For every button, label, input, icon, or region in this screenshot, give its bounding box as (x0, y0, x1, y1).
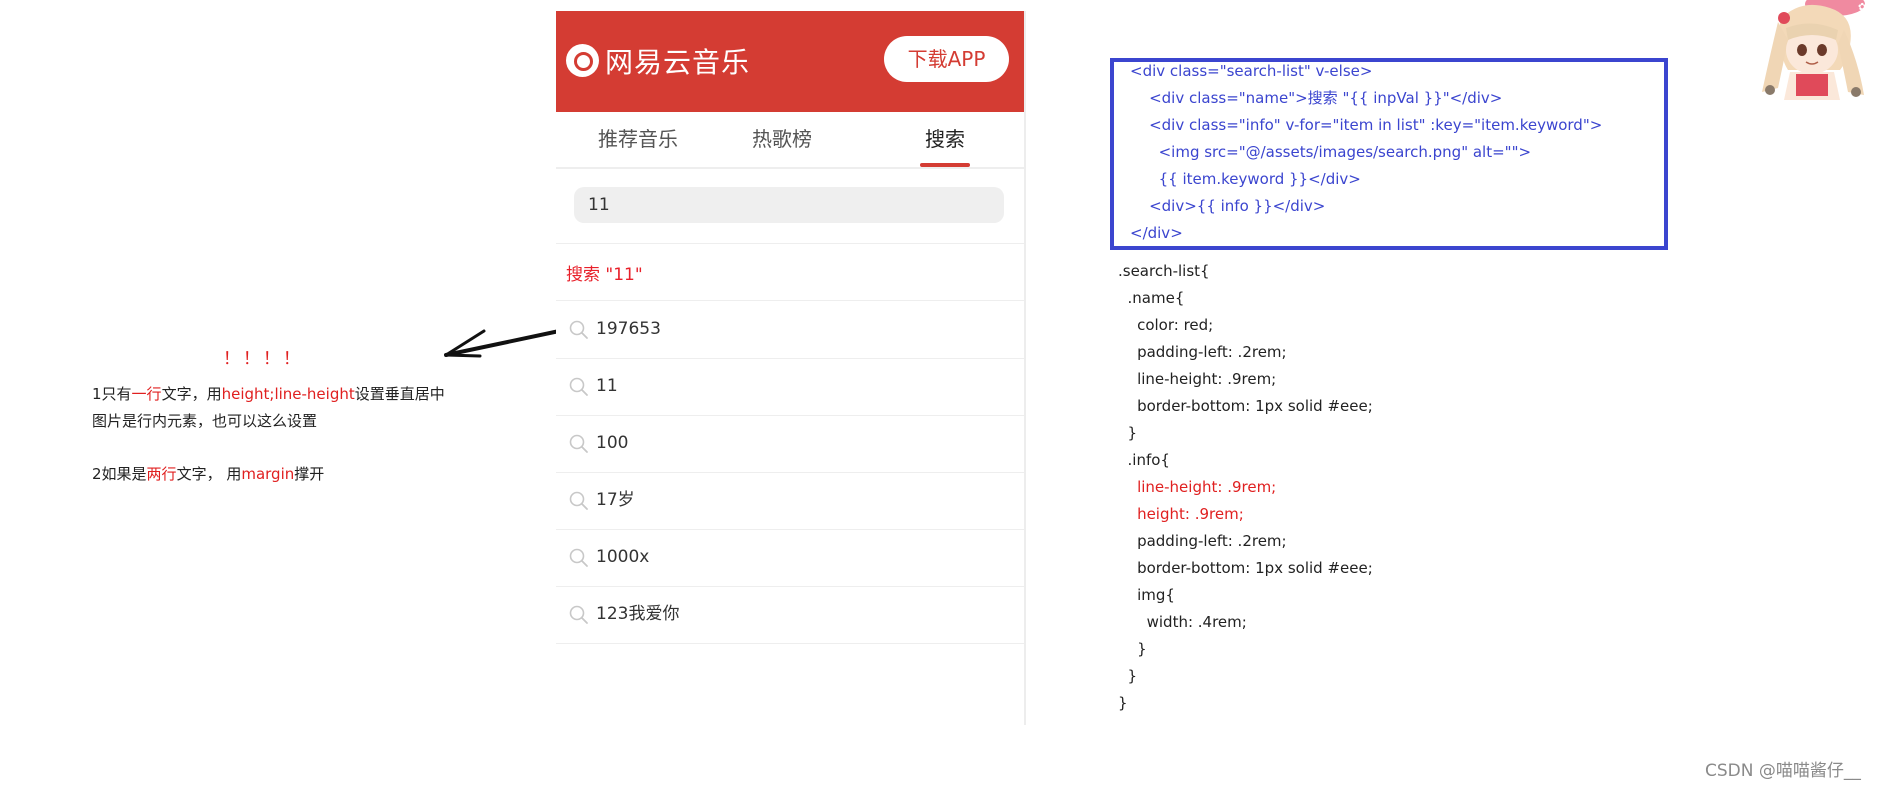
search-result-row[interactable]: 123我爱你 (556, 586, 1024, 643)
note-line-1: 1只有一行文字，用height;line-height设置垂直居中 (92, 384, 445, 404)
search-name-label: 搜索 "11" (566, 265, 643, 285)
template-code: <div class="search-list" v-else> <div cl… (1130, 58, 1602, 247)
search-icon (569, 377, 588, 396)
template-code-line: <div class="name">搜索 "{{ inpVal }}"</div… (1130, 89, 1503, 107)
search-icon (569, 605, 588, 624)
template-code-line: </div> (1130, 224, 1183, 242)
search-result-row[interactable]: 17岁 (556, 472, 1024, 529)
nav-tabs: 推荐音乐 热歌榜 搜索 (556, 112, 1024, 169)
note-text: 1只有 (92, 385, 132, 403)
app-logo-text: 网易云音乐 (605, 46, 751, 79)
style-code-line: padding-left: .2rem; (1118, 343, 1287, 361)
search-icon (569, 320, 588, 339)
style-code-line: padding-left: .2rem; (1118, 532, 1287, 550)
result-keyword: 100 (596, 433, 629, 453)
style-code-line: height: .9rem; (1118, 505, 1244, 523)
note-text: 文字， 用 (176, 465, 242, 483)
style-code-line: .info{ (1118, 451, 1170, 469)
template-code-line: <img src="@/assets/images/search.png" al… (1130, 143, 1532, 161)
search-result-row[interactable]: 197653 (556, 301, 1024, 358)
music-app-preview: 网易云音乐 下载APP 推荐音乐 热歌榜 搜索 11 搜索 "11" 19765… (556, 11, 1024, 725)
template-code-line: <div>{{ info }}</div> (1130, 197, 1326, 215)
result-keyword: 1000x (596, 547, 650, 567)
pointer-arrow (444, 328, 566, 358)
note-text: 2如果是 (92, 465, 147, 483)
result-keyword: 123我爱你 (596, 604, 680, 624)
phone-edge (1024, 11, 1026, 725)
note-line-2: 图片是行内元素，也可以这么设置 (92, 412, 318, 430)
result-keyword: 17岁 (596, 490, 635, 510)
style-code-line: img{ (1118, 586, 1175, 604)
search-result-row[interactable]: 1000x (556, 529, 1024, 586)
exclamation-marks: ！！！！ (223, 349, 303, 369)
style-code-line: .search-list{ (1118, 262, 1210, 280)
note-text: 文字，用 (161, 385, 222, 403)
style-code-line: } (1118, 424, 1138, 442)
note-text: 撑开 (294, 465, 325, 483)
style-code: .search-list{ .name{ color: red; padding… (1118, 258, 1373, 717)
anime-character-illustration: ✿ (1762, 0, 1866, 100)
search-icon (569, 548, 588, 567)
download-app-button[interactable]: 下载APP (884, 36, 1009, 82)
netease-logo-icon (566, 44, 599, 77)
template-code-line: <div class="search-list" v-else> (1130, 62, 1373, 80)
result-keyword: 11 (596, 376, 618, 396)
tab-hot-songs[interactable]: 热歌榜 (732, 112, 832, 167)
tab-search[interactable]: 搜索 (906, 112, 984, 167)
search-input[interactable]: 11 (574, 187, 1004, 223)
style-code-line: } (1118, 640, 1147, 658)
svg-text:✿: ✿ (1858, 2, 1866, 13)
style-code-line: color: red; (1118, 316, 1214, 334)
tab-recommended-music[interactable]: 推荐音乐 (578, 112, 698, 167)
divider (556, 643, 1024, 644)
style-code-line: border-bottom: 1px solid #eee; (1118, 397, 1373, 415)
search-result-row[interactable]: 11 (556, 358, 1024, 415)
note-highlight: margin (241, 465, 295, 483)
style-code-line: line-height: .9rem; (1118, 370, 1277, 388)
search-icon (569, 491, 588, 510)
style-code-line: line-height: .9rem; (1118, 478, 1277, 496)
note-highlight: 一行 (131, 385, 162, 403)
style-code-line: } (1118, 667, 1138, 685)
template-code-line: <div class="info" v-for="item in list" :… (1130, 116, 1603, 134)
search-result-row[interactable]: 100 (556, 415, 1024, 472)
style-code-line: width: .4rem; (1118, 613, 1247, 631)
watermark: CSDN @喵喵酱仔__ (1705, 761, 1861, 781)
active-tab-indicator (920, 163, 970, 167)
note-line-3: 2如果是两行文字， 用margin撑开 (92, 464, 324, 484)
style-code-line: border-bottom: 1px solid #eee; (1118, 559, 1373, 577)
style-code-line: .name{ (1118, 289, 1185, 307)
note-highlight: height;line-height (221, 385, 355, 403)
note-text: 设置垂直居中 (354, 385, 445, 403)
style-code-line: } (1118, 694, 1128, 712)
search-icon (569, 434, 588, 453)
divider (556, 243, 1024, 244)
result-keyword: 197653 (596, 319, 661, 339)
app-header: 网易云音乐 下载APP (556, 11, 1024, 112)
note-highlight: 两行 (146, 465, 177, 483)
template-code-line: {{ item.keyword }}</div> (1130, 170, 1361, 188)
template-code-box: <div class="search-list" v-else> <div cl… (1110, 58, 1668, 250)
